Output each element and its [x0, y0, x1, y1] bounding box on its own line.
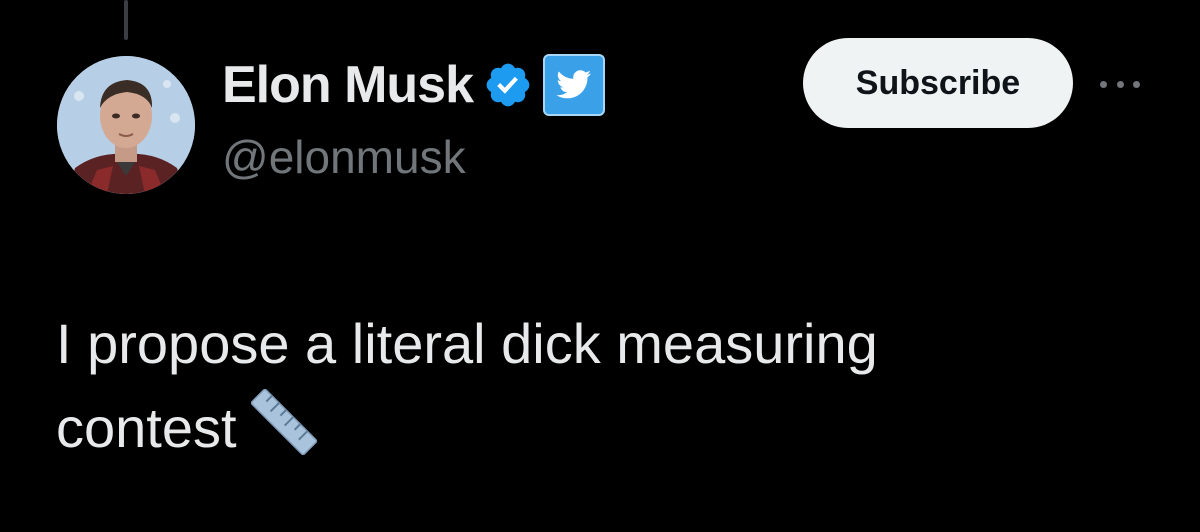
tweet-text-line-2: contest	[56, 386, 1136, 478]
subscribe-button[interactable]: Subscribe	[803, 38, 1073, 128]
twitter-bird-icon[interactable]	[543, 54, 606, 116]
author-display-name[interactable]: Elon Musk	[222, 59, 474, 111]
thread-connector-line	[124, 0, 128, 40]
tweet-text-line-1: I propose a literal dick measuring	[56, 312, 878, 375]
avatar[interactable]	[57, 56, 195, 194]
straight-ruler-icon	[250, 388, 317, 478]
author-name-row: Elon Musk	[222, 52, 606, 118]
author-handle[interactable]: @elonmusk	[222, 134, 466, 180]
more-dot	[1100, 80, 1107, 88]
tweet-text-line-2-words: contest	[56, 396, 237, 459]
avatar-image	[57, 56, 195, 194]
verified-check-icon[interactable]	[483, 60, 533, 110]
more-dot	[1116, 80, 1124, 88]
tweet-text: I propose a literal dick measuring conte…	[56, 302, 1136, 478]
more-horizontal-icon[interactable]	[1100, 76, 1140, 92]
more-dot	[1133, 80, 1140, 88]
